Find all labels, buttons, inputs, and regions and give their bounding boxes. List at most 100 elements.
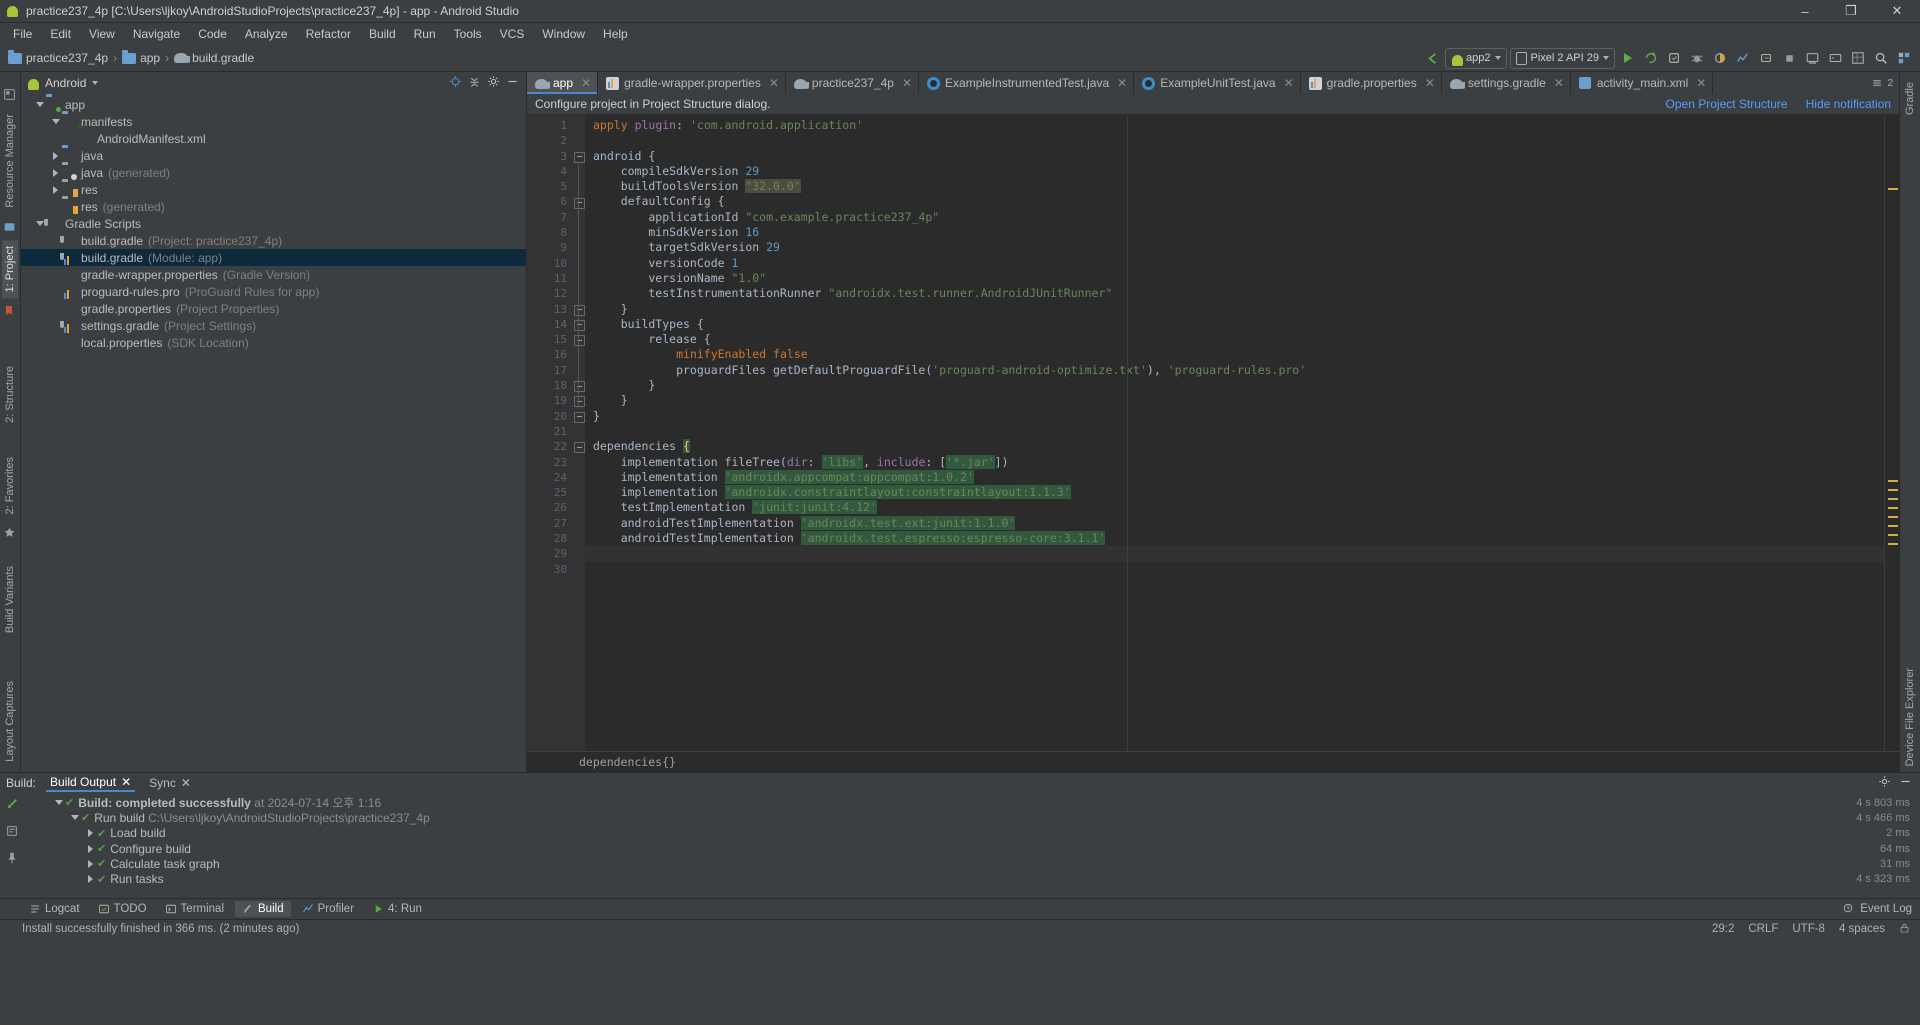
tree-item-res[interactable]: res (generated) [21, 198, 526, 215]
code-editor[interactable]: 1 2 3 4 5 6 7 8 9 10 11 12 13 14 15 16 17 18 19 20 21 22 23 24 2… [527, 115, 1899, 751]
locate-icon[interactable] [449, 75, 462, 91]
event-log-button[interactable]: Event Log [1842, 902, 1920, 917]
build-restart-icon[interactable] [5, 797, 19, 814]
breadcrumb-file[interactable]: build.gradle [192, 51, 254, 65]
close-icon[interactable]: ✕ [1284, 76, 1294, 90]
profile-button[interactable] [1733, 48, 1753, 68]
apply-changes-button[interactable] [1641, 48, 1661, 68]
menu-navigate[interactable]: Navigate [124, 25, 189, 43]
editor-marker[interactable] [1888, 489, 1898, 491]
close-icon[interactable]: ✕ [1696, 76, 1706, 90]
tree-item-gradle-wrapper-properties[interactable]: gradle-wrapper.properties (Gradle Version… [21, 266, 526, 283]
tree-item-androidmanifest-xml[interactable]: AndroidManifest.xml [21, 130, 526, 147]
fold-toggle-icon[interactable] [574, 381, 585, 393]
tree-item-java[interactable]: java [21, 147, 526, 164]
tree-item-local-properties[interactable]: local.properties (SDK Location) [21, 334, 526, 351]
sidebar-item-favorites[interactable]: 2: Favorites [2, 451, 18, 520]
tree-item-java[interactable]: java (generated) [21, 164, 526, 181]
build-pin-icon[interactable] [5, 851, 19, 868]
code-folding-gutter[interactable] [573, 115, 585, 751]
build-output-tree[interactable]: ✔ Build: completed successfully at 2024-0… [24, 793, 1920, 898]
twisty-expanded-icon[interactable] [68, 815, 81, 821]
editor-tab-gradle-wrapper-properties[interactable]: gradle-wrapper.properties ✕ [598, 72, 786, 94]
editor-marker-bar[interactable] [1884, 115, 1899, 751]
close-icon[interactable]: ✕ [769, 76, 779, 90]
device-selector[interactable]: Pixel 2 API 29 [1509, 47, 1615, 69]
avd-manager-icon[interactable] [1802, 48, 1822, 68]
editor-tab-app[interactable]: app ✕ [527, 72, 599, 94]
sidebar-item-build-variants[interactable]: Build Variants [2, 560, 18, 639]
twisty-expanded-icon[interactable] [52, 800, 65, 806]
twisty-expanded-icon[interactable] [33, 102, 46, 107]
bottom-tab-terminal[interactable]: Terminal [158, 901, 231, 917]
build-hide-icon[interactable] [1899, 775, 1912, 791]
fold-toggle-icon[interactable] [574, 197, 585, 209]
maximize-button[interactable]: ❐ [1828, 0, 1874, 22]
bookmark-icon[interactable] [3, 304, 17, 318]
menu-file[interactable]: File [4, 25, 41, 43]
lock-icon[interactable] [1899, 922, 1910, 937]
close-icon[interactable]: ✕ [1425, 76, 1435, 90]
editor-marker[interactable] [1888, 507, 1898, 509]
editor-tab-activity-main-xml[interactable]: activity_main.xml ✕ [1571, 72, 1714, 94]
project-tree[interactable]: app manifests AndroidManifest.xml java java (… [21, 94, 526, 772]
breadcrumb-module[interactable]: app [140, 51, 160, 65]
run-configuration-selector[interactable]: app2 [1445, 47, 1507, 69]
project-structure-icon[interactable] [1894, 48, 1914, 68]
menu-analyze[interactable]: Analyze [236, 25, 297, 43]
line-separator[interactable]: CRLF [1748, 923, 1778, 935]
menu-view[interactable]: View [80, 25, 124, 43]
debug-button[interactable] [1687, 48, 1707, 68]
menu-build[interactable]: Build [360, 25, 405, 43]
bottom-tab-todo[interactable]: TODO [91, 901, 154, 917]
build-output-row[interactable]: ✔ Configure build 64 ms [24, 841, 1920, 856]
indent-setting[interactable]: 4 spaces [1839, 923, 1885, 935]
editor-marker[interactable] [1888, 480, 1898, 482]
collapse-all-icon[interactable] [468, 75, 481, 91]
star-icon[interactable] [3, 526, 17, 540]
build-output-row[interactable]: ✔ Run build C:\Users\ljkoy\AndroidStudioP… [24, 810, 1920, 825]
fold-toggle-icon[interactable] [574, 442, 585, 454]
sidebar-item-layout-captures[interactable]: Layout Captures [2, 675, 18, 768]
close-icon[interactable]: ✕ [902, 76, 912, 90]
menu-run[interactable]: Run [405, 25, 445, 43]
editor-tab-settings-gradle[interactable]: settings.gradle ✕ [1442, 72, 1571, 94]
tree-item-proguard-rules-pro[interactable]: proguard-rules.pro (ProGuard Rules for ap… [21, 283, 526, 300]
run-button[interactable] [1618, 48, 1638, 68]
tab-sync[interactable]: Sync ✕ [145, 775, 195, 791]
tab-overflow-indicator[interactable]: 2 [1865, 72, 1899, 94]
file-encoding[interactable]: UTF-8 [1792, 923, 1825, 935]
tree-item-build-gradle[interactable]: build.gradle (Module: app) [21, 249, 526, 266]
build-output-row[interactable]: ✔ Build: completed successfully at 2024-0… [24, 795, 1920, 810]
fold-toggle-icon[interactable] [574, 319, 585, 331]
menu-window[interactable]: Window [533, 25, 594, 43]
twisty-collapsed-icon[interactable] [84, 859, 97, 868]
sync-gradle-icon[interactable] [1422, 48, 1442, 68]
twisty-collapsed-icon[interactable] [84, 844, 97, 853]
editor-tab-gradle-properties[interactable]: gradle.properties ✕ [1301, 72, 1442, 94]
tree-item-manifests[interactable]: manifests [21, 113, 526, 130]
build-settings-gear-icon[interactable] [1878, 775, 1891, 791]
twisty-collapsed-icon[interactable] [84, 875, 97, 884]
gear-icon[interactable] [487, 75, 500, 91]
search-icon[interactable] [1871, 48, 1891, 68]
fold-toggle-icon[interactable] [574, 304, 585, 316]
editor-tab-exampleinstrumentedtest-java[interactable]: ExampleInstrumentedTest.java ✕ [919, 72, 1135, 94]
menu-code[interactable]: Code [189, 25, 236, 43]
hide-notification-link[interactable]: Hide notification [1806, 97, 1891, 111]
editor-tab-exampleunittest-java[interactable]: ExampleUnitTest.java ✕ [1134, 72, 1301, 94]
tree-item-gradle-properties[interactable]: gradle.properties (Project Properties) [21, 300, 526, 317]
editor-marker[interactable] [1888, 543, 1898, 545]
breadcrumb-project[interactable]: practice237_4p [26, 51, 108, 65]
close-icon-sync[interactable]: ✕ [181, 776, 191, 790]
hide-panel-icon[interactable] [506, 75, 519, 91]
tree-item-app[interactable]: app [21, 96, 526, 113]
project-view-selector[interactable]: Android [45, 76, 86, 90]
editor-marker[interactable] [1888, 534, 1898, 536]
menu-edit[interactable]: Edit [41, 25, 80, 43]
twisty-collapsed-icon[interactable] [49, 168, 62, 177]
tree-item-res[interactable]: res [21, 181, 526, 198]
fold-toggle-icon[interactable] [574, 151, 585, 163]
close-button[interactable]: ✕ [1874, 0, 1920, 22]
fold-toggle-icon[interactable] [574, 335, 585, 347]
